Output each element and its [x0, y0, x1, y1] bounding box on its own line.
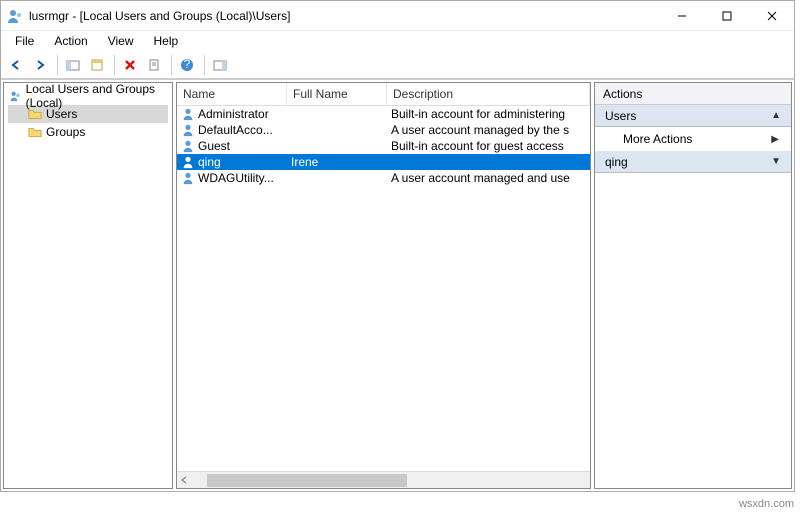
show-hide-tree-button[interactable]: [62, 54, 84, 76]
column-description[interactable]: Description: [387, 83, 590, 105]
user-row[interactable]: Administrator Built-in account for admini…: [177, 106, 590, 122]
actions-more-actions[interactable]: More Actions ▶: [595, 127, 791, 151]
toolbar-separator: [171, 55, 172, 75]
maximize-button[interactable]: [704, 1, 749, 30]
actions-section-users-label: Users: [605, 109, 636, 123]
content-area: Local Users and Groups (Local) Users Gro…: [1, 79, 794, 491]
titlebar: lusrmgr - [Local Users and Groups (Local…: [1, 1, 794, 31]
user-description: Built-in account for guest access: [387, 139, 590, 153]
user-icon: [181, 155, 195, 169]
collapse-down-icon: ▼: [771, 156, 781, 167]
folder-open-icon: [28, 107, 42, 121]
user-icon: [181, 107, 195, 121]
user-full-name: Irene: [287, 155, 387, 169]
watermark: wsxdn.com: [739, 498, 794, 510]
user-name: qing: [198, 155, 221, 169]
user-icon: [181, 123, 195, 137]
chevron-right-icon: ▶: [771, 134, 779, 145]
user-description: A user account managed by the s: [387, 123, 590, 137]
user-description: Built-in account for administering: [387, 107, 590, 121]
collapse-up-icon: ▲: [771, 110, 781, 121]
properties-sheet-button[interactable]: [143, 54, 165, 76]
forward-button[interactable]: [29, 54, 51, 76]
scrollbar-thumb[interactable]: [207, 474, 407, 487]
toolbar: ?: [1, 51, 794, 79]
help-button[interactable]: ?: [176, 54, 198, 76]
menu-view[interactable]: View: [100, 32, 142, 50]
menu-help[interactable]: Help: [146, 32, 187, 50]
user-row[interactable]: WDAGUtility... A user account managed and…: [177, 170, 590, 186]
delete-button[interactable]: [119, 54, 141, 76]
folder-icon: [28, 125, 42, 139]
toolbar-separator: [114, 55, 115, 75]
tree-item-groups[interactable]: Groups: [8, 123, 168, 141]
toolbar-separator: [204, 55, 205, 75]
actions-section-selected[interactable]: qing ▼: [595, 151, 791, 173]
tree-users-label: Users: [46, 107, 77, 121]
actions-pane: Actions Users ▲ More Actions ▶ qing ▼: [594, 82, 792, 489]
user-icon: [181, 171, 195, 185]
properties-button[interactable]: [86, 54, 108, 76]
user-name: DefaultAcco...: [198, 123, 273, 137]
app-window: lusrmgr - [Local Users and Groups (Local…: [0, 0, 795, 492]
column-full-name[interactable]: Full Name: [287, 83, 387, 105]
scroll-left-icon[interactable]: [177, 473, 191, 487]
close-button[interactable]: [749, 1, 794, 30]
user-row[interactable]: qing Irene: [177, 154, 590, 170]
user-name: Administrator: [198, 107, 269, 121]
menu-action[interactable]: Action: [46, 32, 95, 50]
tree-root-label: Local Users and Groups (Local): [26, 82, 166, 110]
minimize-button[interactable]: [659, 1, 704, 30]
user-row[interactable]: Guest Built-in account for guest access: [177, 138, 590, 154]
menubar: File Action View Help: [1, 31, 794, 51]
user-name: Guest: [198, 139, 230, 153]
user-icon: [181, 139, 195, 153]
svg-text:?: ?: [184, 58, 191, 71]
tree-root[interactable]: Local Users and Groups (Local): [8, 87, 168, 105]
list-body: Administrator Built-in account for admini…: [177, 106, 590, 471]
users-groups-icon: [10, 89, 22, 103]
actions-section-selected-label: qing: [605, 155, 628, 169]
tree-groups-label: Groups: [46, 125, 85, 139]
menu-file[interactable]: File: [7, 32, 42, 50]
user-row[interactable]: DefaultAcco... A user account managed by …: [177, 122, 590, 138]
actions-section-users[interactable]: Users ▲: [595, 105, 791, 127]
column-name[interactable]: Name: [177, 83, 287, 105]
back-button[interactable]: [5, 54, 27, 76]
actions-more-label: More Actions: [623, 132, 692, 146]
actions-header: Actions: [595, 83, 791, 105]
app-icon: [7, 8, 23, 24]
horizontal-scrollbar[interactable]: [177, 471, 590, 488]
user-name: WDAGUtility...: [198, 171, 274, 185]
user-description: A user account managed and use: [387, 171, 590, 185]
tree-pane: Local Users and Groups (Local) Users Gro…: [3, 82, 173, 489]
list-header: Name Full Name Description: [177, 83, 590, 106]
toolbar-separator: [57, 55, 58, 75]
window-title: lusrmgr - [Local Users and Groups (Local…: [29, 9, 659, 23]
show-hide-action-pane-button[interactable]: [209, 54, 231, 76]
list-pane: Name Full Name Description Administrator…: [176, 82, 591, 489]
